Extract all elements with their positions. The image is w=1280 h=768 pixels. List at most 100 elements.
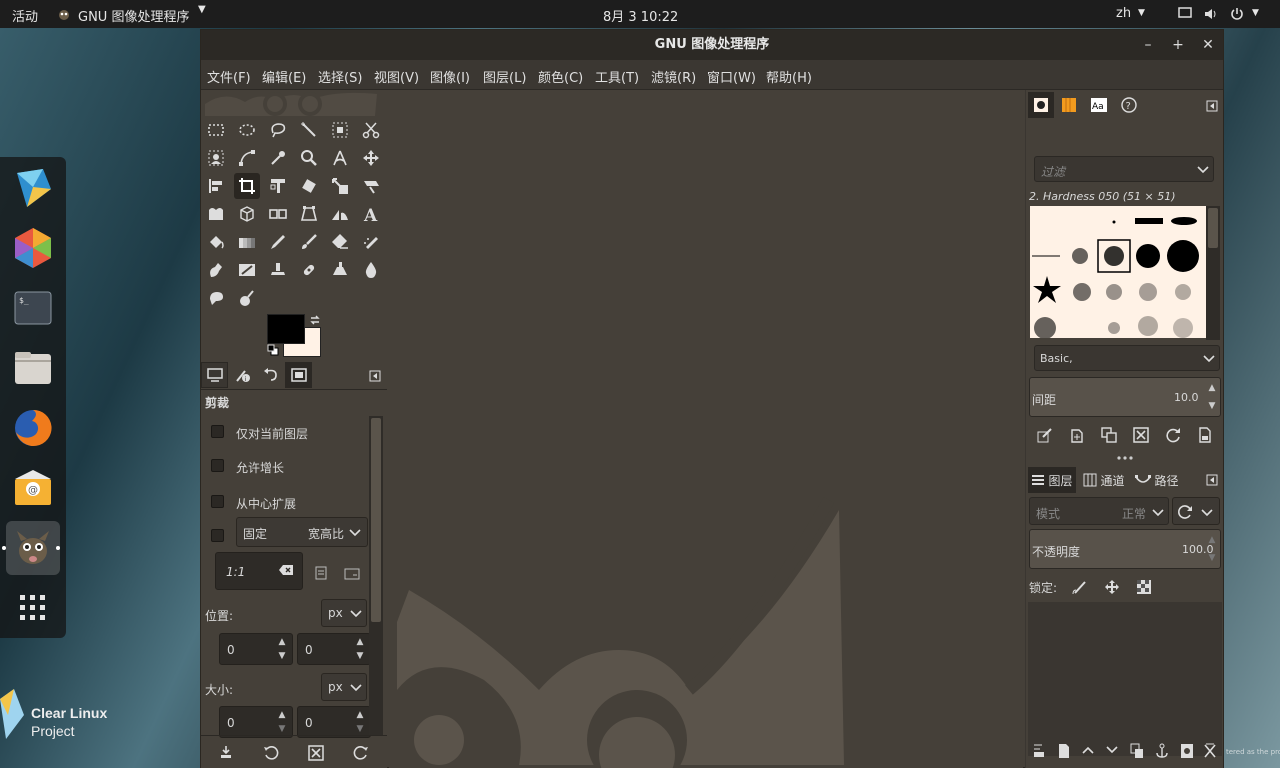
dock-gimp-icon[interactable] <box>6 521 60 575</box>
menu-filters[interactable]: 滤镜(R) <box>651 67 696 86</box>
heal-icon[interactable] <box>296 257 322 283</box>
dodge-burn-icon[interactable] <box>234 285 260 311</box>
swap-colors-icon[interactable] <box>309 314 321 326</box>
move-icon[interactable] <box>358 145 384 171</box>
duplicate-brush-icon[interactable] <box>1101 427 1117 443</box>
lock-pixels-icon[interactable] <box>1072 579 1088 595</box>
maximize-button[interactable]: + <box>1163 30 1193 60</box>
menu-view[interactable]: 视图(V) <box>374 67 419 86</box>
tab-undo-history-icon[interactable] <box>257 362 284 388</box>
paintbrush-icon[interactable] <box>296 229 322 255</box>
position-y-input[interactable]: 0 ▲ ▼ <box>297 633 371 665</box>
menu-file[interactable]: 文件(F) <box>207 67 251 86</box>
3d-transform-icon[interactable] <box>234 201 260 227</box>
perspective-clone-icon[interactable] <box>327 257 353 283</box>
size-unit-dropdown[interactable]: px <box>321 673 367 701</box>
foreground-select-icon[interactable] <box>203 145 229 171</box>
position-unit-dropdown[interactable]: px <box>321 599 367 627</box>
mypaint-brush-icon[interactable] <box>234 257 260 283</box>
scrollbar-thumb[interactable] <box>1208 208 1218 248</box>
rotate-icon[interactable] <box>296 173 322 199</box>
dock-clear-linux-icon[interactable] <box>10 165 56 211</box>
new-layer-group-icon[interactable] <box>1032 743 1046 759</box>
decrement-icon[interactable]: ▼ <box>1202 551 1222 565</box>
menu-layer[interactable]: 图层(L) <box>483 67 526 86</box>
increment-icon[interactable]: ▲ <box>272 635 292 649</box>
scale-icon[interactable] <box>327 173 353 199</box>
duplicate-layer-icon[interactable] <box>1130 743 1144 759</box>
raise-layer-icon[interactable] <box>1082 745 1094 755</box>
window-titlebar[interactable]: GNU 图像处理程序 <box>201 30 1223 60</box>
paths-icon[interactable] <box>234 145 260 171</box>
ellipse-select-icon[interactable] <box>234 117 260 143</box>
handle-transform-icon[interactable] <box>265 201 291 227</box>
app-menu-chevron-icon[interactable]: ▼ <box>198 4 206 15</box>
system-menu-chevron-icon[interactable]: ▼ <box>1252 8 1259 18</box>
menu-image[interactable]: 图像(I) <box>430 67 470 86</box>
dock-app-grid-icon[interactable] <box>10 585 56 631</box>
menu-help[interactable]: 帮助(H) <box>766 67 812 86</box>
zoom-icon[interactable] <box>296 145 322 171</box>
increment-icon[interactable]: ▲ <box>1202 533 1222 547</box>
dock-files-icon[interactable] <box>10 345 56 391</box>
perspective-icon[interactable] <box>296 201 322 227</box>
refresh-brushes-icon[interactable] <box>1165 427 1181 443</box>
delete-layer-icon[interactable] <box>1203 743 1217 759</box>
layer-mask-icon[interactable] <box>1180 743 1194 759</box>
lock-alpha-icon[interactable] <box>1136 579 1152 595</box>
minimize-button[interactable]: – <box>1133 30 1163 60</box>
allow-growing-checkbox[interactable] <box>211 459 224 472</box>
layer-mode-dropdown[interactable]: 模式 正常 <box>1029 497 1169 525</box>
dock-firefox-icon[interactable] <box>10 405 56 451</box>
anchor-layer-icon[interactable] <box>1155 743 1169 759</box>
brush-grid[interactable] <box>1030 206 1206 338</box>
decrement-icon[interactable]: ▼ <box>1202 399 1222 413</box>
increment-icon[interactable]: ▲ <box>272 708 292 722</box>
position-x-input[interactable]: 0 ▲ ▼ <box>219 633 293 665</box>
empty-canvas[interactable] <box>389 90 1023 768</box>
activities-button[interactable]: 活动 <box>12 6 38 25</box>
expand-from-center-checkbox[interactable] <box>211 495 224 508</box>
save-options-icon[interactable] <box>219 745 233 759</box>
volume-icon[interactable] <box>1204 7 1218 21</box>
tab-tool-options-icon[interactable] <box>201 362 228 388</box>
fixed-checkbox[interactable] <box>211 529 224 542</box>
menu-colors[interactable]: 颜色(C) <box>538 67 583 86</box>
configure-tab-icon[interactable] <box>369 370 381 382</box>
decrement-icon[interactable]: ▼ <box>350 649 370 663</box>
airbrush-icon[interactable] <box>358 229 384 255</box>
tab-layers[interactable]: 图层 <box>1028 467 1076 493</box>
brush-as-image-icon[interactable] <box>1197 427 1213 443</box>
fuzzy-select-icon[interactable] <box>296 117 322 143</box>
size-height-input[interactable]: 0 ▲ ▼ <box>297 706 371 738</box>
brush-filter-dropdown[interactable]: 过滤 <box>1034 156 1214 182</box>
input-method-label[interactable]: zh <box>1116 6 1131 21</box>
pencil-icon[interactable] <box>265 229 291 255</box>
select-by-color-icon[interactable] <box>327 117 353 143</box>
landscape-icon[interactable] <box>344 568 360 580</box>
decrement-icon[interactable]: ▼ <box>272 722 292 736</box>
bucket-fill-icon[interactable] <box>203 229 229 255</box>
reset-options-icon[interactable] <box>353 745 369 761</box>
menu-windows[interactable]: 窗口(W) <box>707 67 756 86</box>
color-picker-icon[interactable] <box>265 145 291 171</box>
dock-software-icon[interactable] <box>10 225 56 271</box>
tab-fonts-icon[interactable]: Aa <box>1086 92 1112 118</box>
shear-icon[interactable] <box>358 173 384 199</box>
tab-help-icon[interactable]: ? <box>1116 92 1142 118</box>
tab-paths[interactable]: 路径 <box>1132 467 1182 493</box>
new-layer-icon[interactable] <box>1057 743 1071 759</box>
fixed-mode-dropdown[interactable]: 固定 宽高比 <box>236 517 368 547</box>
spacing-slider[interactable]: 间距 10.0 ▲ ▼ <box>1029 377 1221 417</box>
dock-mail-icon[interactable]: @ <box>10 465 56 511</box>
eraser-icon[interactable] <box>327 229 353 255</box>
configure-tab-icon[interactable] <box>1206 474 1218 486</box>
tab-channels[interactable]: 通道 <box>1078 467 1130 493</box>
brush-grid-scrollbar[interactable] <box>1206 206 1220 340</box>
configure-tab-icon[interactable] <box>1206 100 1218 112</box>
menu-tools[interactable]: 工具(T) <box>595 67 639 86</box>
tab-images-icon[interactable] <box>285 362 312 388</box>
layers-list[interactable] <box>1028 602 1222 756</box>
increment-icon[interactable]: ▲ <box>350 635 370 649</box>
app-menu-label[interactable]: GNU 图像处理程序 <box>78 6 189 25</box>
